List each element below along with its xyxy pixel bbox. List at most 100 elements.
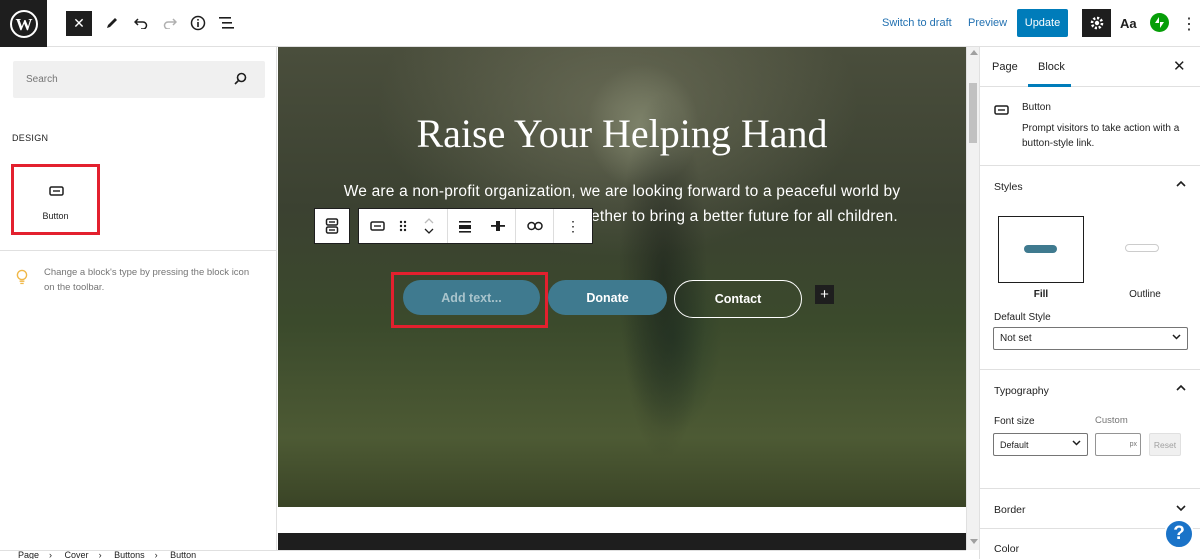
button-block-type-icon[interactable] — [364, 209, 390, 243]
block-options-more-icon[interactable]: ⋮ — [554, 209, 592, 243]
cover-paragraph-line1[interactable]: We are a non-profit organization, we are… — [278, 183, 966, 201]
default-style-label: Default Style — [994, 312, 1051, 323]
top-toolbar: W ✕ Switch to draft Preview Update Aa ⋮ — [0, 0, 1200, 47]
breadcrumb-item[interactable]: Buttons — [114, 551, 145, 559]
block-card-description: Prompt visitors to take action with a bu… — [1022, 123, 1180, 149]
divider — [980, 488, 1200, 489]
block-toolbar-group-link — [516, 209, 554, 243]
style-outline-option[interactable] — [1110, 216, 1196, 283]
undo-icon[interactable] — [128, 10, 154, 36]
vertical-align-icon[interactable] — [482, 209, 516, 243]
style-fill-option[interactable] — [998, 216, 1084, 283]
tab-block[interactable]: Block — [1038, 61, 1065, 73]
svg-text:W: W — [15, 15, 32, 34]
more-options-icon[interactable]: ⋮ — [1181, 14, 1197, 34]
breadcrumb-separator: › — [49, 550, 53, 559]
justify-icon[interactable] — [448, 209, 482, 243]
button-block-icon — [49, 183, 64, 201]
breadcrumb-item[interactable]: Cover — [65, 551, 89, 559]
scroll-up-arrow-icon[interactable] — [970, 50, 978, 55]
scroll-down-arrow-icon[interactable] — [970, 539, 978, 544]
typography-styles-button[interactable]: Aa — [1120, 16, 1137, 31]
search-placeholder: Search — [26, 74, 58, 85]
switch-to-draft-button[interactable]: Switch to draft — [882, 17, 952, 29]
donate-button[interactable]: Donate — [548, 280, 667, 315]
button-block-label: Button — [42, 211, 69, 221]
list-view-icon[interactable] — [214, 10, 240, 36]
cover-paragraph-line2[interactable]: ether to bring a better future for all c… — [591, 208, 898, 226]
contact-button[interactable]: Contact — [674, 280, 802, 318]
block-toolbar-group-align — [448, 209, 516, 243]
fill-preview-pill — [1024, 245, 1057, 253]
outline-preview-pill — [1125, 244, 1159, 252]
settings-gear-icon[interactable] — [1082, 9, 1111, 37]
move-up-down-icon[interactable] — [416, 209, 442, 243]
breadcrumb-separator: › — [98, 550, 102, 559]
block-search-input[interactable]: Search — [13, 61, 265, 98]
design-category-heading: DESIGN — [12, 133, 49, 143]
add-text-button[interactable]: Add text... — [403, 280, 540, 315]
help-button[interactable]: ? — [1164, 519, 1194, 549]
block-inserter-panel: Search DESIGN Button Change a block's ty… — [0, 47, 277, 559]
font-size-label: Font size — [994, 416, 1035, 427]
custom-size-label: Custom — [1095, 415, 1128, 426]
style-fill-label: Fill — [1033, 289, 1049, 300]
divider — [0, 250, 276, 251]
lightbulb-icon — [16, 269, 28, 290]
inserter-tip-text: Change a block's type by pressing the bl… — [44, 267, 250, 293]
tab-page[interactable]: Page — [992, 61, 1018, 73]
settings-sidebar: Page Block ✕ Button Prompt visitors to t… — [979, 47, 1200, 559]
search-icon — [234, 72, 247, 90]
breadcrumb-separator: › — [154, 550, 158, 559]
editor-app: W ✕ Switch to draft Preview Update Aa ⋮ — [0, 0, 1200, 559]
font-size-select[interactable]: Default — [993, 433, 1088, 456]
add-block-plus-icon[interactable]: + — [815, 285, 834, 304]
select-parent-block-button[interactable] — [314, 208, 350, 244]
reset-font-size-button[interactable]: Reset — [1149, 433, 1181, 456]
canvas-scrollbar[interactable] — [966, 47, 979, 550]
update-button[interactable]: Update — [1017, 9, 1068, 37]
cover-heading[interactable]: Raise Your Helping Hand — [278, 110, 966, 157]
link-icon[interactable] — [516, 209, 553, 243]
details-info-icon[interactable] — [185, 10, 211, 36]
styles-panel-heading[interactable]: Styles — [994, 181, 1023, 193]
chevron-up-icon[interactable] — [1176, 384, 1186, 395]
divider — [980, 369, 1200, 370]
sidebar-tabs: Page Block ✕ — [980, 47, 1200, 87]
block-breadcrumb: Page › Cover › Buttons › Button — [0, 550, 966, 559]
edit-tools-icon[interactable] — [99, 10, 125, 36]
jetpack-icon[interactable] — [1150, 13, 1169, 32]
color-panel-heading[interactable]: Color — [994, 543, 1019, 555]
wordpress-logo-icon[interactable]: W — [0, 0, 47, 47]
drag-handle-icon[interactable] — [390, 209, 416, 243]
custom-font-size-input[interactable]: px — [1095, 433, 1141, 456]
button-block-card-icon — [994, 102, 1009, 120]
block-toolbar-group-block — [359, 209, 448, 243]
default-style-value: Not set — [1000, 333, 1032, 344]
active-tab-indicator — [1028, 84, 1071, 87]
default-style-select[interactable]: Not set — [993, 327, 1188, 350]
block-toolbar-group-more: ⋮ — [554, 209, 592, 243]
font-size-value: Default — [1000, 439, 1029, 450]
breadcrumb-item[interactable]: Page — [18, 551, 39, 559]
chevron-up-icon[interactable] — [1176, 180, 1186, 191]
scroll-thumb[interactable] — [969, 83, 977, 143]
border-panel-heading[interactable]: Border — [994, 504, 1026, 516]
style-outline-label: Outline — [1129, 289, 1161, 300]
editor-canvas: Raise Your Helping Hand We are a non-pro… — [278, 47, 966, 559]
redo-icon[interactable] — [157, 10, 183, 36]
chevron-down-icon — [1072, 438, 1081, 449]
close-sidebar-icon[interactable]: ✕ — [1173, 57, 1186, 75]
preview-button[interactable]: Preview — [968, 17, 1007, 29]
typography-panel-heading[interactable]: Typography — [994, 385, 1049, 397]
divider — [980, 165, 1200, 166]
chevron-down-icon — [1172, 332, 1181, 343]
block-card-title: Button — [1022, 102, 1051, 113]
button-block-item[interactable]: Button — [11, 164, 100, 235]
block-toolbar: ⋮ — [358, 208, 593, 244]
unit-label: px — [1129, 441, 1137, 448]
cover-block[interactable]: Raise Your Helping Hand We are a non-pro… — [278, 47, 966, 507]
chevron-down-icon[interactable] — [1176, 504, 1186, 515]
breadcrumb-item[interactable]: Button — [170, 551, 196, 559]
close-inserter-button[interactable]: ✕ — [66, 11, 92, 36]
